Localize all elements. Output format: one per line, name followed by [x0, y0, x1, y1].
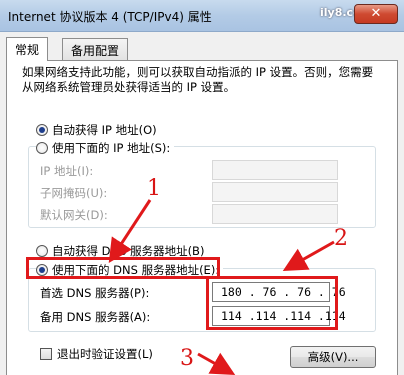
annotation-box-dns-fields	[206, 276, 338, 330]
validate-settings-label: 退出时验证设置(L)	[57, 347, 153, 361]
ip-manual-radio[interactable]	[36, 142, 48, 154]
alternate-dns-label: 备用 DNS 服务器(A):	[40, 310, 151, 324]
ip-auto-option[interactable]: 自动获得 IP 地址(O)	[36, 122, 161, 138]
title-bar: Internet 协议版本 4 (TCP/IPv4) 属性 ily8.com ✕	[0, 0, 404, 32]
dns-auto-radio[interactable]	[36, 245, 48, 257]
annotation-number-2: 2	[334, 226, 348, 251]
validate-settings-option[interactable]: 退出时验证设置(L)	[40, 346, 153, 362]
ip-manual-label: 使用下面的 IP 地址(S):	[52, 141, 171, 155]
annotation-number-3: 3	[180, 346, 194, 371]
advanced-button[interactable]: 高级(V)...	[290, 346, 376, 368]
annotation-number-1: 1	[147, 176, 161, 201]
ip-manual-option[interactable]: 使用下面的 IP 地址(S):	[36, 140, 175, 156]
default-gateway-label: 默认网关(D):	[40, 208, 108, 222]
ip-address-label: IP 地址(I):	[40, 164, 94, 178]
tab-general[interactable]: 常规	[6, 37, 49, 61]
tab-alternate-config[interactable]: 备用配置	[62, 38, 129, 60]
annotation-box-dns-option	[26, 257, 220, 279]
ip-auto-radio[interactable]	[36, 124, 48, 136]
subnet-mask-input[interactable]	[212, 182, 338, 202]
description-text: 如果网络支持此功能，则可以获取自动指派的 IP 设置。否则，您需要从网络系统管理…	[22, 65, 374, 94]
window-title: Internet 协议版本 4 (TCP/IPv4) 属性	[8, 10, 212, 24]
ip-address-input[interactable]	[212, 160, 338, 180]
default-gateway-input[interactable]	[212, 204, 338, 224]
ip-auto-label: 自动获得 IP 地址(O)	[52, 123, 157, 137]
subnet-mask-label: 子网掩码(U):	[40, 186, 108, 200]
validate-settings-checkbox[interactable]	[40, 348, 52, 360]
preferred-dns-label: 首选 DNS 服务器(P):	[40, 286, 150, 300]
close-button[interactable]: ✕	[354, 4, 398, 24]
